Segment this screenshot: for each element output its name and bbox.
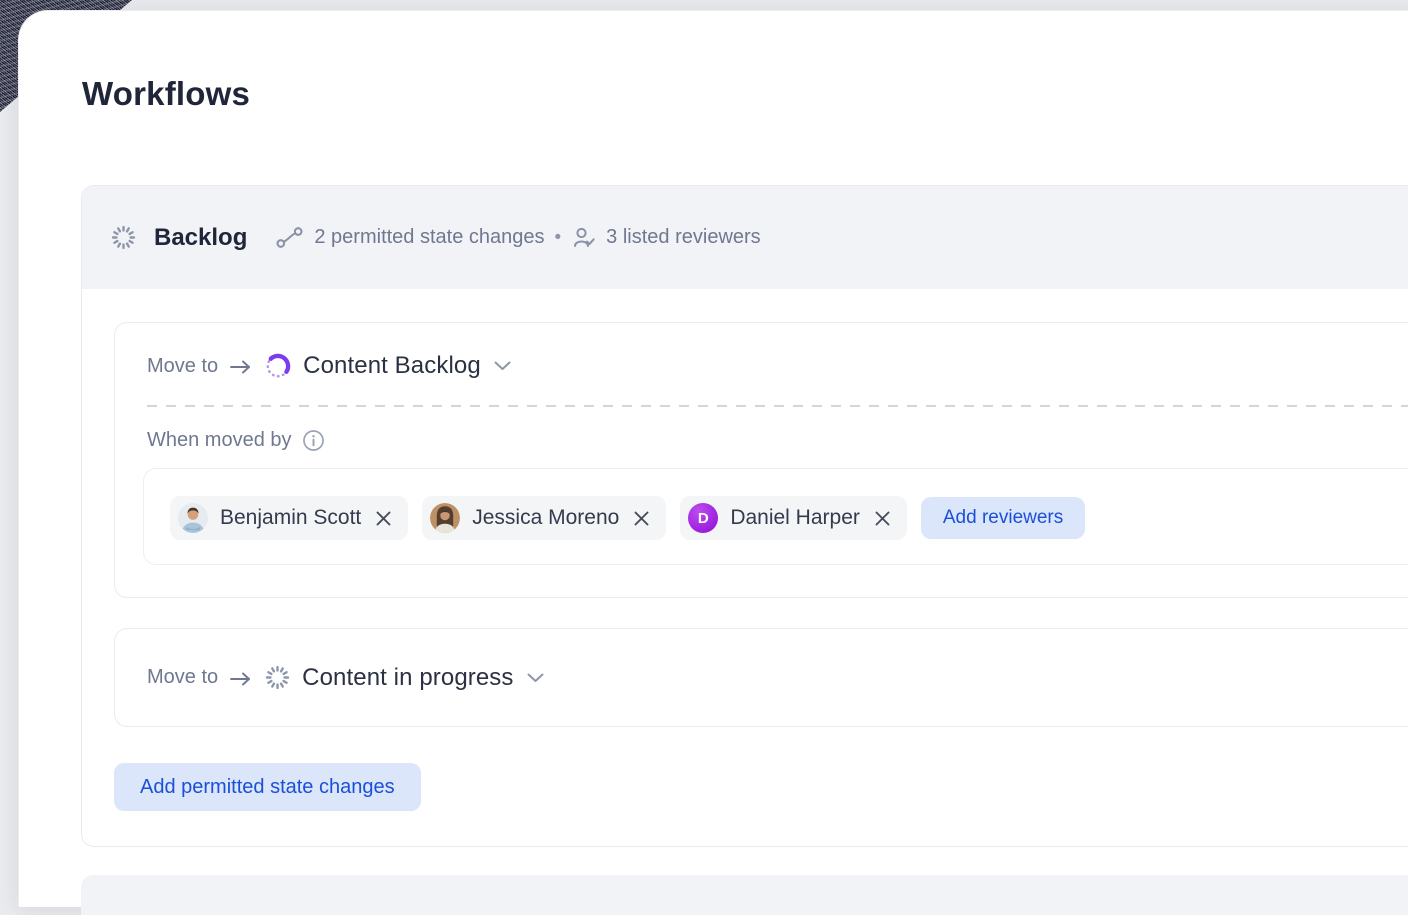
chevron-down-icon [527, 673, 544, 683]
move-to-row: Move to Content in progress [115, 629, 1408, 726]
target-state-name: Content in progress [302, 664, 513, 692]
reviewers-icon [571, 225, 597, 251]
reviewer-list: Benjamin Scott [143, 468, 1408, 565]
target-state-select[interactable]: Content Backlog [264, 352, 511, 380]
transition-card-content-in-progress: Move to Content in progress [114, 628, 1408, 727]
backlog-state-spinner-icon [110, 224, 137, 251]
remove-reviewer-icon[interactable] [873, 509, 892, 528]
header-meta: 2 permitted state changes • 3 listed rev… [274, 224, 760, 251]
reviewer-chip: D Daniel Harper [680, 496, 907, 540]
remove-reviewer-icon[interactable] [632, 509, 651, 528]
next-workflow-section-header[interactable] [81, 875, 1408, 915]
reviewer-name: Benjamin Scott [220, 506, 361, 530]
reviewer-name: Jessica Moreno [472, 506, 619, 530]
move-to-label: Move to [147, 666, 218, 689]
workflow-section-header[interactable]: Backlog 2 permitted state changes • [82, 186, 1408, 289]
transition-card-content-backlog: Move to [114, 322, 1408, 598]
add-reviewers-button[interactable]: Add reviewers [921, 497, 1085, 539]
meta-separator: • [555, 227, 562, 249]
when-moved-by-label: When moved by [147, 429, 292, 452]
page-title: Workflows [82, 75, 1408, 112]
state-name: Backlog [154, 224, 247, 252]
move-arrow-icon [229, 671, 252, 687]
add-permitted-state-changes-button[interactable]: Add permitted state changes [114, 763, 421, 811]
dashed-divider [147, 405, 1408, 407]
avatar-benjamin-scott [178, 503, 208, 533]
content-in-progress-spinner-icon [264, 664, 291, 691]
state-changes-icon [274, 224, 305, 251]
remove-reviewer-icon[interactable] [374, 509, 393, 528]
when-moved-by-row: When moved by [147, 429, 1408, 452]
move-arrow-icon [229, 359, 252, 375]
page-card: Workflows Backlog 2 permitted state c [18, 10, 1408, 907]
reviewers-count: 3 listed reviewers [606, 226, 761, 249]
reviewer-chip: Jessica Moreno [422, 496, 666, 540]
avatar-daniel-harper: D [688, 503, 718, 533]
state-changes-count: 2 permitted state changes [314, 226, 544, 249]
target-state-select[interactable]: Content in progress [264, 664, 543, 692]
workflow-section-body: Move to [82, 289, 1408, 846]
move-to-label: Move to [147, 355, 218, 378]
avatar-jessica-moreno [430, 503, 460, 533]
target-state-name: Content Backlog [303, 352, 481, 380]
move-to-row: Move to [115, 323, 1408, 381]
reviewer-chip: Benjamin Scott [170, 496, 408, 540]
workflow-section-backlog: Backlog 2 permitted state changes • [81, 185, 1408, 847]
chevron-down-icon [494, 361, 511, 371]
reviewer-name: Daniel Harper [730, 506, 860, 530]
content-backlog-spinner-icon [264, 352, 292, 380]
info-icon[interactable] [302, 429, 325, 452]
